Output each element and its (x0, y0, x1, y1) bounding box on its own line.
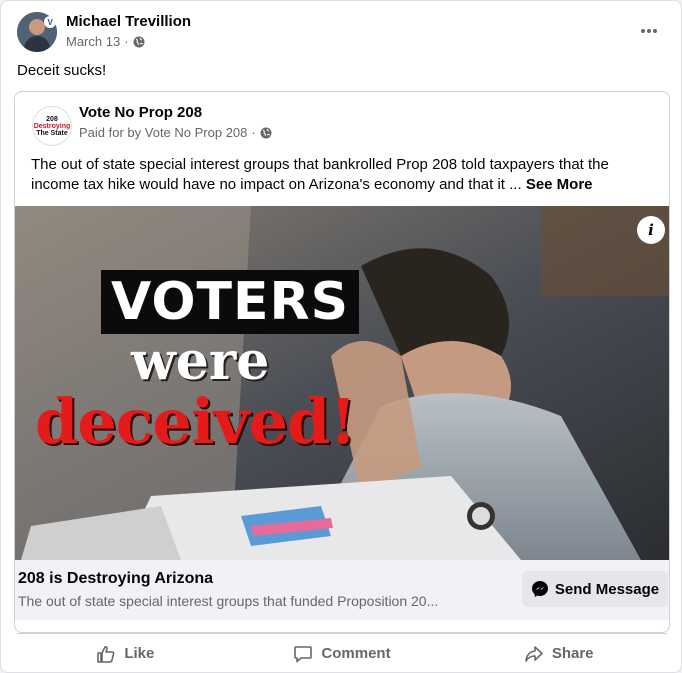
image-headline-deceived: deceived! (35, 385, 357, 458)
more-horizontal-icon (641, 29, 657, 33)
ad-footer-description: The out of state special interest groups… (18, 593, 439, 609)
see-more-link[interactable]: See More (526, 176, 593, 193)
post-card: V Michael Trevillion March 13 · Deceit s… (0, 0, 682, 673)
share-button[interactable]: Share (450, 634, 667, 672)
ad-paid-by: Paid for by Vote No Prop 208 (79, 125, 248, 140)
ad-body: The out of state special interest groups… (31, 156, 609, 193)
ad-meta-separator: · (251, 125, 256, 140)
author-name[interactable]: Michael Trevillion (66, 13, 191, 30)
image-headline-voters: VOTERS (101, 270, 360, 334)
author-avatar[interactable]: V (17, 12, 57, 52)
ad-avatar-line-2: Destroying (33, 122, 71, 130)
ad-footer-title[interactable]: 208 is Destroying Arizona (18, 570, 213, 588)
ad-photo-background (15, 206, 669, 560)
ad-page-name[interactable]: Vote No Prop 208 (79, 104, 202, 121)
ad-image[interactable]: i VOTERS were deceived! (15, 206, 669, 560)
ad-avatar-line-1: 208 (46, 115, 58, 123)
ad-body-text: The out of state special interest groups… (31, 155, 651, 195)
messenger-icon (531, 581, 548, 597)
ad-avatar-line-3: The State (36, 129, 68, 137)
post-date[interactable]: March 13 (66, 34, 120, 49)
ad-footer[interactable]: 208 is Destroying Arizona The out of sta… (15, 560, 669, 620)
thumbs-up-icon (97, 645, 115, 663)
post-meta: March 13 · (66, 34, 145, 49)
ad-page-avatar[interactable]: 208 Destroying The State (32, 106, 72, 146)
share-label: Share (551, 645, 594, 662)
meta-separator: · (124, 34, 129, 49)
comment-label: Comment (321, 645, 391, 662)
ad-meta: Paid for by Vote No Prop 208 · (79, 125, 272, 140)
share-icon (525, 645, 543, 662)
globe-icon (133, 36, 145, 47)
svg-text:V: V (48, 18, 54, 27)
post-text: Deceit sucks! (17, 62, 107, 79)
shared-ad-card: 208 Destroying The State Vote No Prop 20… (14, 91, 670, 633)
comment-button[interactable]: Comment (234, 634, 451, 672)
like-label: Like (124, 645, 155, 662)
image-headline-were: were (131, 331, 270, 392)
send-message-label: Send Message (554, 580, 660, 598)
more-options-button[interactable] (637, 19, 661, 43)
ad-info-button[interactable]: i (637, 216, 665, 244)
like-button[interactable]: Like (17, 634, 234, 672)
globe-icon (260, 127, 272, 138)
post-action-bar: Like Comment Share (17, 633, 667, 672)
comment-icon (294, 645, 313, 662)
send-message-button[interactable]: Send Message (522, 571, 668, 607)
